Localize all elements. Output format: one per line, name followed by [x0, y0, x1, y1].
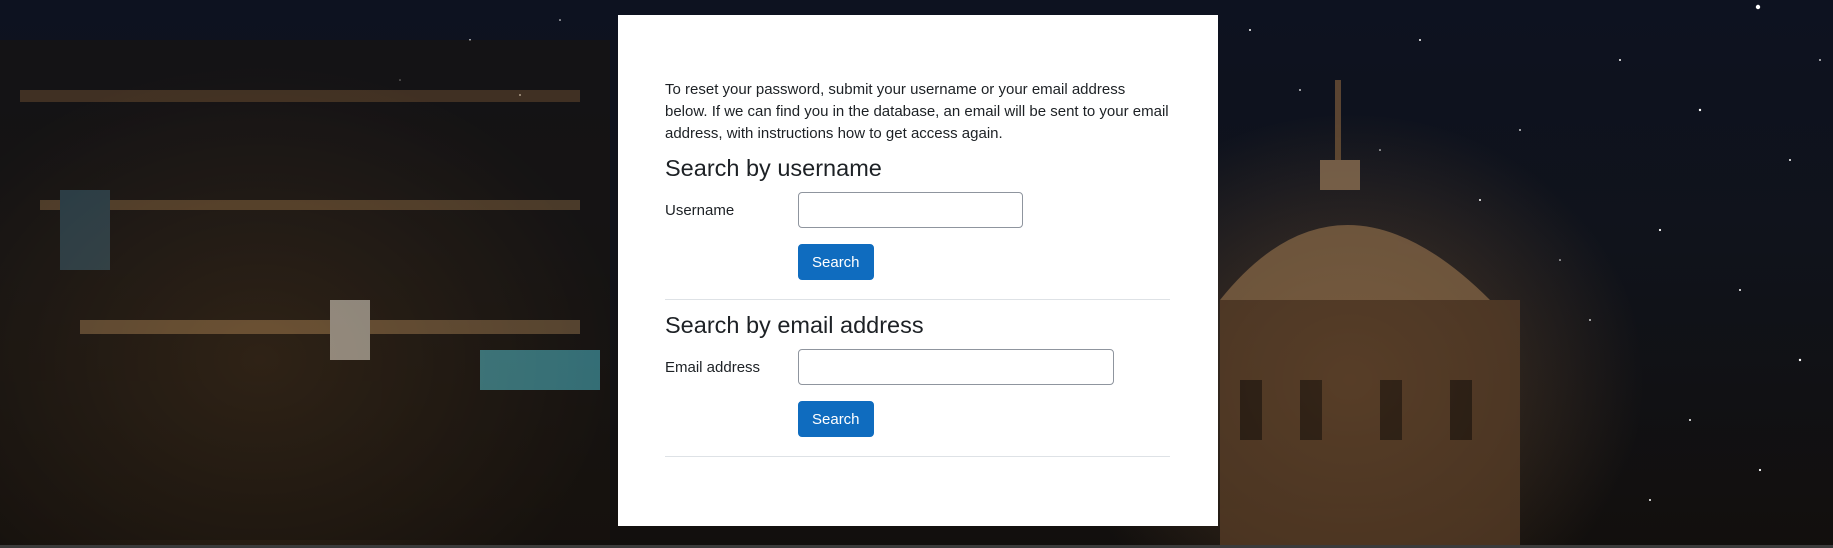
search-by-email-heading: Search by email address [665, 312, 924, 338]
search-email-button[interactable]: Search [798, 401, 874, 437]
email-row: Email address [665, 349, 1170, 385]
forgot-password-card: To reset your password, submit your user… [618, 15, 1218, 526]
search-username-button[interactable]: Search [798, 244, 874, 280]
username-button-row: Search [665, 244, 1170, 280]
email-label: Email address [665, 358, 761, 376]
username-input[interactable] [798, 192, 1023, 228]
card-content: To reset your password, submit your user… [665, 79, 1170, 457]
username-row: Username [665, 192, 1170, 228]
email-input[interactable] [798, 349, 1114, 385]
intro-text: To reset your password, submit your user… [665, 81, 1169, 142]
username-label: Username [665, 201, 735, 219]
email-button-row: Search [665, 401, 1170, 437]
section-divider [665, 299, 1170, 300]
search-by-username-heading: Search by username [665, 155, 882, 181]
bottom-divider [665, 456, 1170, 457]
